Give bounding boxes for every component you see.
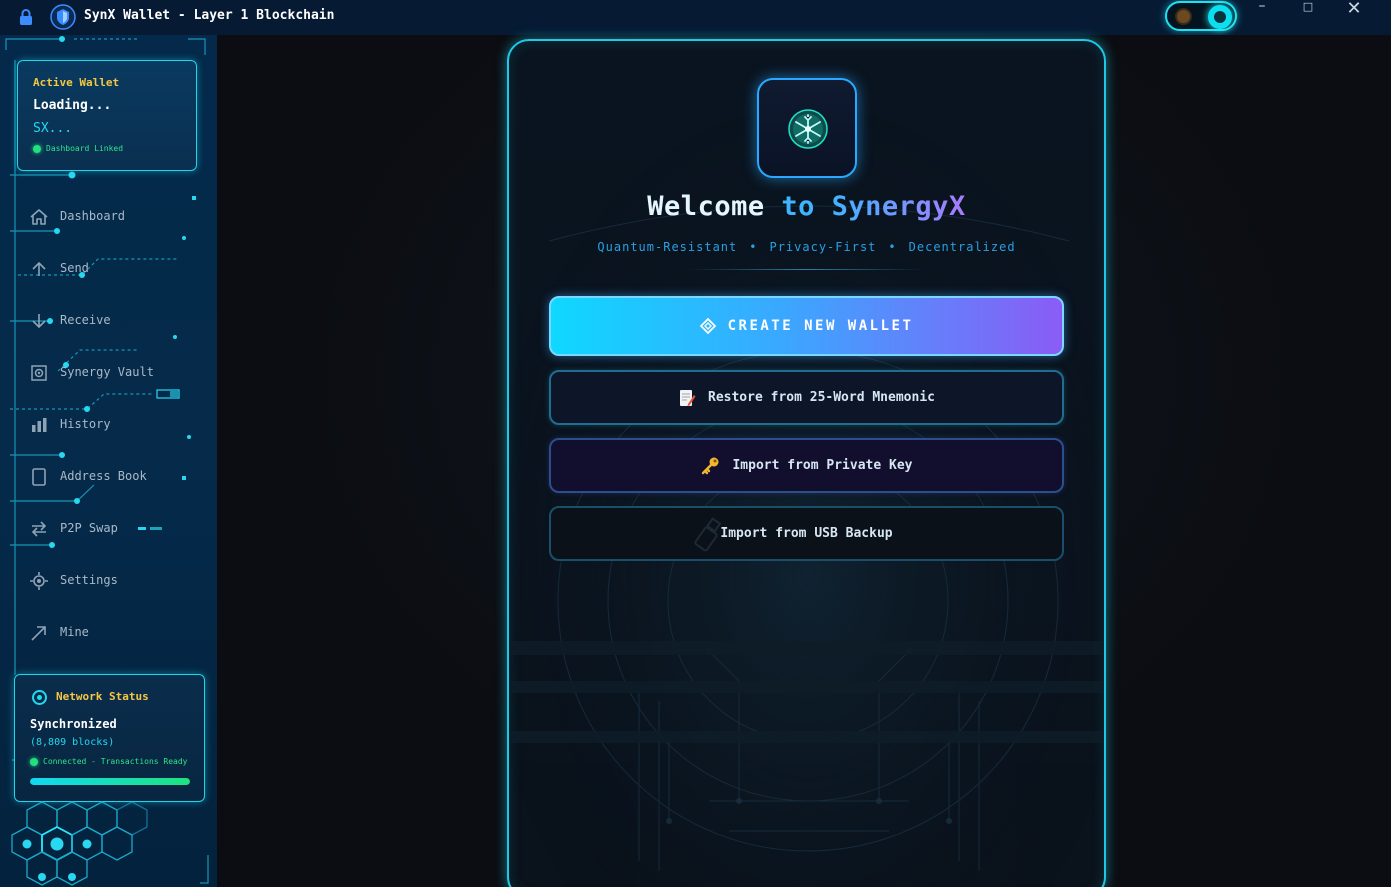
network-status-card: Network Status Synchronized (8,809 block… [14, 674, 205, 802]
close-button[interactable]: ✕ [1331, 0, 1377, 35]
maximize-button[interactable]: □ [1285, 0, 1331, 35]
status-dot-icon [33, 144, 41, 153]
connection-status: Connected - Transactions Ready [30, 757, 188, 766]
divider [689, 269, 924, 270]
active-wallet-card[interactable]: Active Wallet Loading... SX... Dashboard… [17, 60, 197, 171]
arrow-up-icon [32, 261, 46, 276]
brand-word: SynergyX [831, 191, 966, 222]
moon-toggle-knob-icon [1208, 5, 1232, 29]
sidebar-item-label: Settings [60, 573, 118, 587]
dashboard-link-label: Dashboard Linked [46, 144, 124, 153]
import-usb-backup-button[interactable]: Import from USB Backup [549, 506, 1064, 561]
sun-icon [1177, 10, 1190, 23]
theme-toggle[interactable] [1165, 1, 1237, 31]
main-content: Welcome to SynergyX Quantum-Resistant • Pr… [217, 35, 1391, 887]
sidebar-item-dashboard[interactable]: Dashboard [28, 205, 125, 229]
sidebar-item-label: Send [60, 261, 89, 275]
minimize-button[interactable]: – [1239, 0, 1285, 35]
sync-state: Synchronized [30, 717, 117, 731]
import-private-key-button[interactable]: Import from Private Key [549, 438, 1064, 493]
sidebar-item-history[interactable]: History [28, 413, 111, 437]
network-icon [32, 690, 47, 705]
wallet-name: Loading... [33, 98, 112, 113]
active-wallet-title: Active Wallet [33, 76, 120, 89]
lock-icon[interactable] [18, 8, 34, 26]
wallet-address: SX... [33, 121, 73, 136]
sidebar-item-label: Mine [60, 625, 89, 639]
title-bar: SynX Wallet - Layer 1 Blockchain – □ ✕ [0, 0, 1391, 35]
key-icon [702, 457, 719, 474]
home-icon [30, 209, 48, 225]
gear-icon [30, 572, 48, 590]
arrow-down-icon [32, 314, 46, 329]
sidebar-item-settings[interactable]: Settings [28, 569, 118, 593]
welcome-word: Welcome [647, 191, 765, 222]
status-dot-icon [30, 757, 38, 766]
tagline-separator: • [888, 240, 897, 254]
import-private-key-label: Import from Private Key [732, 458, 913, 473]
sidebar-item-send[interactable]: Send [28, 257, 89, 281]
restore-mnemonic-label: Restore from 25-Word Mnemonic [708, 390, 935, 405]
sidebar-item-label: Synergy Vault [60, 365, 154, 379]
sync-progress-fill [30, 778, 190, 785]
sidebar-item-label: Address Book [60, 469, 147, 483]
sync-progress-bar [30, 778, 190, 785]
sidebar-item-label: Dashboard [60, 209, 126, 223]
import-usb-backup-label: Import from USB Backup [720, 526, 893, 541]
restore-mnemonic-button[interactable]: Restore from 25-Word Mnemonic [549, 370, 1064, 425]
trend-arrow-icon [31, 626, 46, 641]
app-logo-icon [50, 4, 76, 30]
sidebar-item-label: P2P Swap [60, 521, 118, 535]
sidebar-item-p2p-swap[interactable]: P2P Swap [28, 517, 118, 541]
dashboard-link-status: Dashboard Linked [33, 144, 123, 153]
sidebar-item-address-book[interactable]: Address Book [28, 465, 147, 489]
welcome-panel: Welcome to SynergyX Quantum-Resistant • Pr… [507, 39, 1106, 887]
bar-chart-icon [32, 418, 47, 432]
tagline-item: Decentralized [908, 240, 1016, 254]
to-word: to [781, 191, 815, 222]
tagline: Quantum-Resistant • Privacy-First • Decentra… [509, 240, 1104, 254]
snowflake-orb-icon [788, 109, 828, 149]
window-title: SynX Wallet - Layer 1 Blockchain [84, 8, 335, 23]
synergyx-logo [757, 78, 857, 178]
sidebar-item-mine[interactable]: Mine [28, 621, 89, 645]
diamond-icon [699, 318, 716, 334]
book-icon [32, 468, 46, 486]
vault-icon [31, 365, 47, 381]
swap-icon [31, 521, 47, 537]
usb-icon [694, 517, 722, 552]
sidebar-item-receive[interactable]: Receive [28, 309, 111, 333]
tagline-item: Privacy-First [769, 240, 877, 254]
welcome-heading: Welcome to SynergyX [509, 191, 1104, 222]
sidebar-item-synergy-vault[interactable]: Synergy Vault [28, 361, 154, 385]
sidebar-item-label: History [60, 417, 111, 431]
network-status-title: Network Status [56, 690, 149, 703]
sidebar: Active Wallet Loading... SX... Dashboard… [0, 35, 217, 887]
memo-icon [680, 389, 696, 406]
tagline-item: Quantum-Resistant [597, 240, 738, 254]
tagline-separator: • [749, 240, 758, 254]
connection-label: Connected - Transactions Ready [43, 757, 188, 766]
create-wallet-label: CREATE NEW WALLET [727, 318, 914, 334]
block-count: (8,809 blocks) [30, 737, 115, 748]
create-wallet-button[interactable]: CREATE NEW WALLET [549, 296, 1064, 356]
sidebar-item-label: Receive [60, 313, 111, 327]
hexagon-decoration [11, 801, 148, 886]
